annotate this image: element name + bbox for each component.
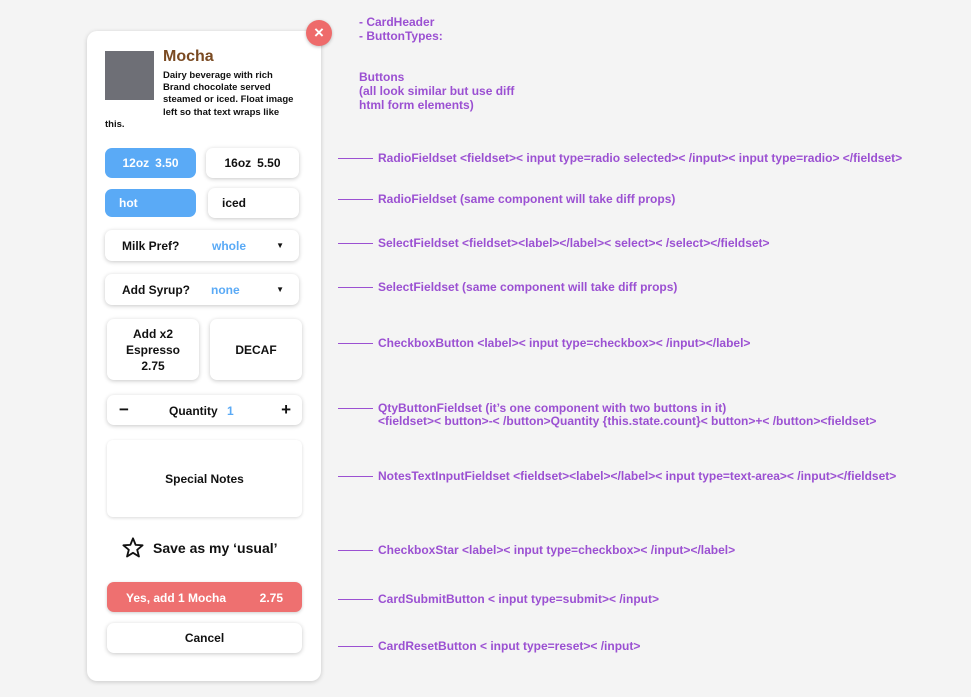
annotation-reset: CardResetButton < input type=reset>< /in… (378, 639, 641, 653)
annotation-radio-size: RadioFieldset <fieldset>< input type=rad… (378, 151, 903, 165)
special-notes-field[interactable]: Special Notes (107, 440, 302, 517)
annotation-line (338, 287, 373, 288)
cancel-label: Cancel (184, 631, 225, 645)
decaf-label: DECAF (235, 342, 277, 357)
submit-button[interactable]: Yes, add 1 Mocha 2.75 (107, 582, 302, 612)
espresso-price: 2.75 (141, 358, 165, 373)
save-usual-checkbox[interactable]: Save as my ‘usual’ (122, 537, 278, 558)
temp-label: iced (222, 196, 247, 210)
milk-value: whole (212, 238, 247, 253)
buttons-note-line2: (all look similar but use diff (359, 84, 515, 98)
quantity-count: 1 (227, 404, 234, 418)
close-icon: × (314, 23, 324, 42)
annotation-line (338, 646, 373, 647)
temp-option-iced[interactable]: iced (208, 188, 299, 218)
annotation-qty-title: QtyButtonFieldset (it’s one component wi… (378, 401, 727, 415)
annotation-line (338, 243, 373, 244)
annotation-checkbox-star: CheckboxStar <label>< input type=checkbo… (378, 543, 736, 557)
annotation-notes: NotesTextInputFieldset <fieldset><label>… (378, 469, 897, 483)
annotation-submit: CardSubmitButton < input type=submit>< /… (378, 592, 660, 606)
decrement-button[interactable]: − (119, 400, 129, 420)
annotation-line (338, 476, 373, 477)
close-button[interactable]: × (306, 20, 332, 46)
header-note-card-header: - CardHeader (359, 15, 435, 29)
temp-option-hot[interactable]: hot (105, 189, 196, 217)
size-price: 3.50 (155, 156, 179, 170)
espresso-line2: Espresso (125, 342, 181, 357)
size-option-16oz[interactable]: 16oz 5.50 (206, 148, 299, 178)
chevron-down-icon: ▼ (276, 241, 284, 250)
syrup-label: Add Syrup? (122, 282, 190, 297)
syrup-value: none (211, 282, 240, 297)
notes-label: Special Notes (165, 471, 244, 486)
size-price: 5.50 (257, 156, 281, 170)
annotation-line (338, 550, 373, 551)
annotation-line (338, 343, 373, 344)
annotation-line (338, 408, 373, 409)
size-label: 16oz (224, 156, 252, 170)
product-description: Dairy beverage with rich Brand chocolate… (105, 70, 294, 130)
star-icon (122, 537, 144, 558)
size-label: 12oz (122, 156, 150, 170)
buttons-note-line3: html form elements) (359, 98, 474, 112)
quantity-label: Quantity (169, 404, 218, 418)
chevron-down-icon: ▼ (276, 285, 284, 294)
buttons-note-title: Buttons (359, 70, 405, 84)
quantity-stepper: − Quantity 1 + (107, 395, 302, 425)
size-option-12oz[interactable]: 12oz 3.50 (105, 148, 196, 178)
submit-price: 2.75 (259, 591, 283, 605)
annotation-select-milk: SelectFieldset <fieldset><label></label>… (378, 236, 770, 250)
annotation-qty-detail: <fieldset>< button>-< /button>Quantity {… (378, 414, 877, 428)
decaf-checkbox-button[interactable]: DECAF (210, 319, 302, 380)
milk-label: Milk Pref? (122, 238, 180, 253)
header-note-button-types: - ButtonTypes: (359, 29, 443, 43)
temp-label: hot (119, 196, 138, 210)
annotation-line (338, 199, 373, 200)
annotation-checkbox-button: CheckboxButton <label>< input type=check… (378, 336, 751, 350)
increment-button[interactable]: + (281, 400, 291, 420)
syrup-select[interactable]: Add Syrup? none ▼ (105, 274, 299, 305)
annotation-line (338, 158, 373, 159)
product-title: Mocha (163, 48, 214, 65)
annotation-radio-temp: RadioFieldset (same component will take … (378, 192, 676, 206)
save-usual-label: Save as my ‘usual’ (153, 539, 278, 556)
submit-label: Yes, add 1 Mocha (126, 591, 227, 605)
annotation-select-syrup: SelectFieldset (same component will take… (378, 280, 678, 294)
espresso-line1: Add x2 (132, 326, 173, 341)
cancel-button[interactable]: Cancel (107, 623, 302, 653)
espresso-checkbox-button[interactable]: Add x2 Espresso 2.75 (107, 319, 199, 380)
milk-select[interactable]: Milk Pref? whole ▼ (105, 230, 299, 261)
annotation-line (338, 599, 373, 600)
